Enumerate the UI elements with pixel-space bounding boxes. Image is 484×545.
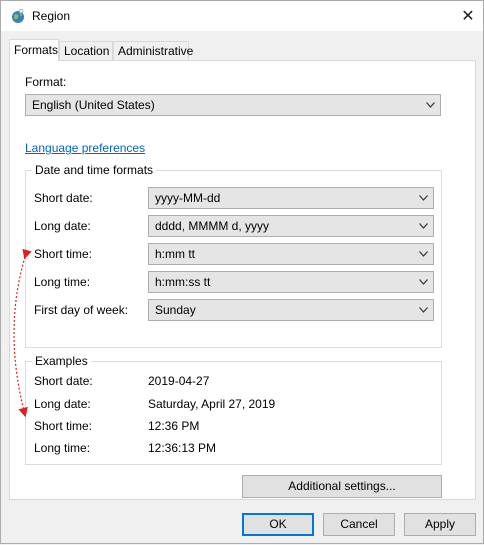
example-short-time-label: Short time: [34, 419, 93, 433]
short-date-label: Short date: [34, 191, 93, 205]
chevron-down-icon [419, 251, 428, 257]
example-long-date-label: Long date: [34, 397, 91, 411]
chevron-down-icon [426, 102, 435, 108]
short-date-dropdown[interactable]: yyyy-MM-dd [148, 187, 434, 209]
example-short-time-value: 12:36 PM [148, 419, 200, 433]
additional-settings-button[interactable]: Additional settings... [242, 475, 442, 498]
format-value: English (United States) [32, 98, 155, 112]
short-date-value: yyyy-MM-dd [155, 191, 221, 205]
long-time-label: Long time: [34, 275, 91, 289]
chevron-down-icon [419, 279, 428, 285]
cancel-button[interactable]: Cancel [323, 513, 395, 536]
chevron-down-icon [419, 307, 428, 313]
long-date-label: Long date: [34, 219, 91, 233]
title-bar: Region ✕ [1, 1, 483, 31]
close-icon: ✕ [461, 8, 475, 25]
window-title: Region [32, 9, 71, 23]
group-title: Examples [32, 354, 91, 368]
first-day-of-week-label: First day of week: [34, 303, 129, 317]
short-time-value: h:mm tt [155, 247, 196, 261]
example-long-time-label: Long time: [34, 441, 91, 455]
close-button[interactable]: ✕ [453, 1, 483, 31]
region-dialog: Region ✕ Formats Location Administrative… [0, 0, 484, 544]
date-time-formats-group: Date and time formats Short date: yyyy-M… [25, 163, 442, 348]
region-globe-icon [10, 8, 26, 24]
short-time-dropdown[interactable]: h:mm tt [148, 243, 434, 265]
example-long-date-value: Saturday, April 27, 2019 [148, 397, 276, 411]
first-day-of-week-dropdown[interactable]: Sunday [148, 299, 434, 321]
format-label: Format: [25, 75, 67, 89]
ok-label: OK [269, 517, 287, 531]
example-short-date-label: Short date: [34, 374, 93, 388]
long-date-dropdown[interactable]: dddd, MMMM d, yyyy [148, 215, 434, 237]
tab-formats[interactable]: Formats [9, 39, 59, 61]
formats-panel: Format: English (United States) Language… [9, 60, 476, 500]
examples-group: Examples Short date: 2019-04-27 Long dat… [25, 354, 442, 465]
tab-administrative[interactable]: Administrative [113, 41, 193, 61]
cancel-label: Cancel [340, 517, 378, 531]
long-date-value: dddd, MMMM d, yyyy [155, 219, 270, 233]
long-time-dropdown[interactable]: h:mm:ss tt [148, 271, 434, 293]
ok-button[interactable]: OK [242, 513, 314, 536]
additional-settings-label: Additional settings... [288, 479, 396, 493]
long-time-value: h:mm:ss tt [155, 275, 211, 289]
short-time-label: Short time: [34, 247, 93, 261]
format-dropdown[interactable]: English (United States) [25, 94, 441, 116]
example-short-date-value: 2019-04-27 [148, 374, 210, 388]
apply-button[interactable]: Apply [404, 513, 476, 536]
chevron-down-icon [419, 223, 428, 229]
apply-label: Apply [424, 517, 456, 531]
first-day-of-week-value: Sunday [155, 303, 196, 317]
example-long-time-value: 12:36:13 PM [148, 441, 217, 455]
language-preferences-link[interactable]: Language preferences [25, 141, 145, 155]
tab-location[interactable]: Location [59, 41, 113, 61]
chevron-down-icon [419, 195, 428, 201]
group-title: Date and time formats [32, 163, 157, 177]
